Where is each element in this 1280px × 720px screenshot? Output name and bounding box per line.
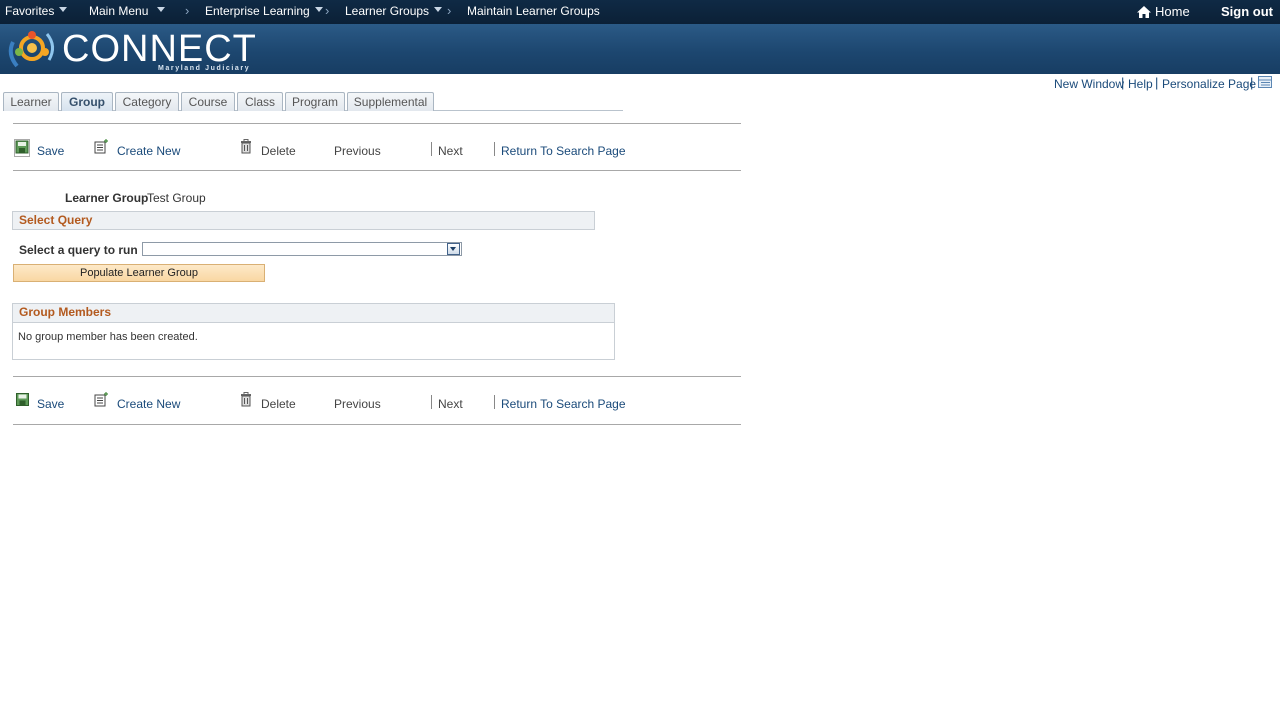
delete-button[interactable]: Delete xyxy=(261,144,296,158)
help-link[interactable]: Help xyxy=(1128,77,1153,91)
breadcrumb-separator-icon: › xyxy=(447,3,452,18)
create-new-icon[interactable] xyxy=(94,392,110,408)
populate-learner-group-button[interactable]: Populate Learner Group xyxy=(13,264,265,282)
tab-category[interactable]: Category xyxy=(115,92,179,111)
toolbar-bottom-divider xyxy=(13,424,741,425)
grid-layout-icon[interactable] xyxy=(1258,76,1272,88)
breadcrumb-separator-icon: › xyxy=(185,3,190,18)
create-new-button[interactable]: Create New xyxy=(117,144,180,158)
create-new-icon[interactable] xyxy=(94,139,110,155)
group-members-panel: Group Members No group member has been c… xyxy=(12,303,615,360)
dropdown-arrow-icon[interactable] xyxy=(447,243,460,255)
favorites-label: Favorites xyxy=(5,4,55,18)
link-separator: | xyxy=(1121,75,1125,90)
learner-group-label: Learner Group xyxy=(65,191,149,205)
header-banner: CONNECT Maryland Judiciary xyxy=(0,24,1280,74)
save-icon[interactable] xyxy=(16,393,29,406)
tab-course[interactable]: Course xyxy=(181,92,235,111)
group-members-header: Group Members xyxy=(13,304,614,323)
tab-class[interactable]: Class xyxy=(237,92,283,111)
breadcrumb-learner-groups[interactable]: Learner Groups xyxy=(345,0,443,24)
previous-button[interactable]: Previous xyxy=(334,144,381,158)
create-new-button[interactable]: Create New xyxy=(117,397,180,411)
chevron-down-icon xyxy=(59,7,68,13)
breadcrumb-enterprise-learning[interactable]: Enterprise Learning xyxy=(205,0,323,24)
save-button[interactable]: Save xyxy=(37,397,64,411)
breadcrumb-maintain-learner-groups[interactable]: Maintain Learner Groups xyxy=(467,0,600,24)
tab-learner[interactable]: Learner xyxy=(3,92,59,111)
delete-button[interactable]: Delete xyxy=(261,397,296,411)
logo-subtext: Maryland Judiciary xyxy=(158,65,251,72)
breadcrumb-label: Enterprise Learning xyxy=(205,4,310,18)
toolbar-separator xyxy=(431,142,432,156)
query-select-dropdown[interactable] xyxy=(142,242,462,256)
toolbar-separator xyxy=(431,395,432,409)
group-members-empty-message: No group member has been created. xyxy=(18,331,198,343)
learner-group-value: Test Group xyxy=(147,191,206,205)
trash-icon[interactable] xyxy=(240,139,252,154)
top-nav-bar: Favorites Main Menu › Enterprise Learnin… xyxy=(0,0,1280,24)
favorites-menu[interactable]: Favorites xyxy=(5,0,68,24)
chevron-down-icon xyxy=(157,7,166,13)
breadcrumb-label: Learner Groups xyxy=(345,4,430,18)
select-query-label: Select a query to run xyxy=(19,243,138,257)
tab-supplemental[interactable]: Supplemental xyxy=(347,92,434,111)
home-icon xyxy=(1137,5,1151,18)
home-link[interactable]: Home xyxy=(1136,0,1190,24)
personalize-page-link[interactable]: Personalize Page xyxy=(1162,77,1256,91)
main-menu-label: Main Menu xyxy=(89,4,149,18)
previous-button[interactable]: Previous xyxy=(334,397,381,411)
home-label: Home xyxy=(1155,4,1190,19)
toolbar-bottom-divider xyxy=(13,170,741,171)
chevron-down-icon xyxy=(314,7,323,13)
toolbar-top-divider xyxy=(13,123,741,124)
tab-group[interactable]: Group xyxy=(61,92,113,111)
link-separator: | xyxy=(1250,75,1254,90)
return-to-search-link[interactable]: Return To Search Page xyxy=(501,144,626,158)
save-icon[interactable] xyxy=(14,139,30,157)
sign-out-link[interactable]: Sign out xyxy=(1221,0,1273,24)
connect-logo-icon xyxy=(8,31,54,68)
return-to-search-link[interactable]: Return To Search Page xyxy=(501,397,626,411)
next-button[interactable]: Next xyxy=(438,144,463,158)
main-menu[interactable]: Main Menu xyxy=(89,0,166,24)
select-query-header: Select Query xyxy=(12,211,595,230)
tab-program[interactable]: Program xyxy=(285,92,345,111)
link-separator: | xyxy=(1155,75,1159,90)
breadcrumb-separator-icon: › xyxy=(325,3,330,18)
trash-icon[interactable] xyxy=(240,392,252,407)
new-window-link[interactable]: New Window xyxy=(1054,77,1124,91)
chevron-down-icon xyxy=(434,7,443,13)
save-button[interactable]: Save xyxy=(37,144,64,158)
next-button[interactable]: Next xyxy=(438,397,463,411)
toolbar-top-divider xyxy=(13,376,741,377)
toolbar-separator xyxy=(494,395,495,409)
toolbar-separator xyxy=(494,142,495,156)
